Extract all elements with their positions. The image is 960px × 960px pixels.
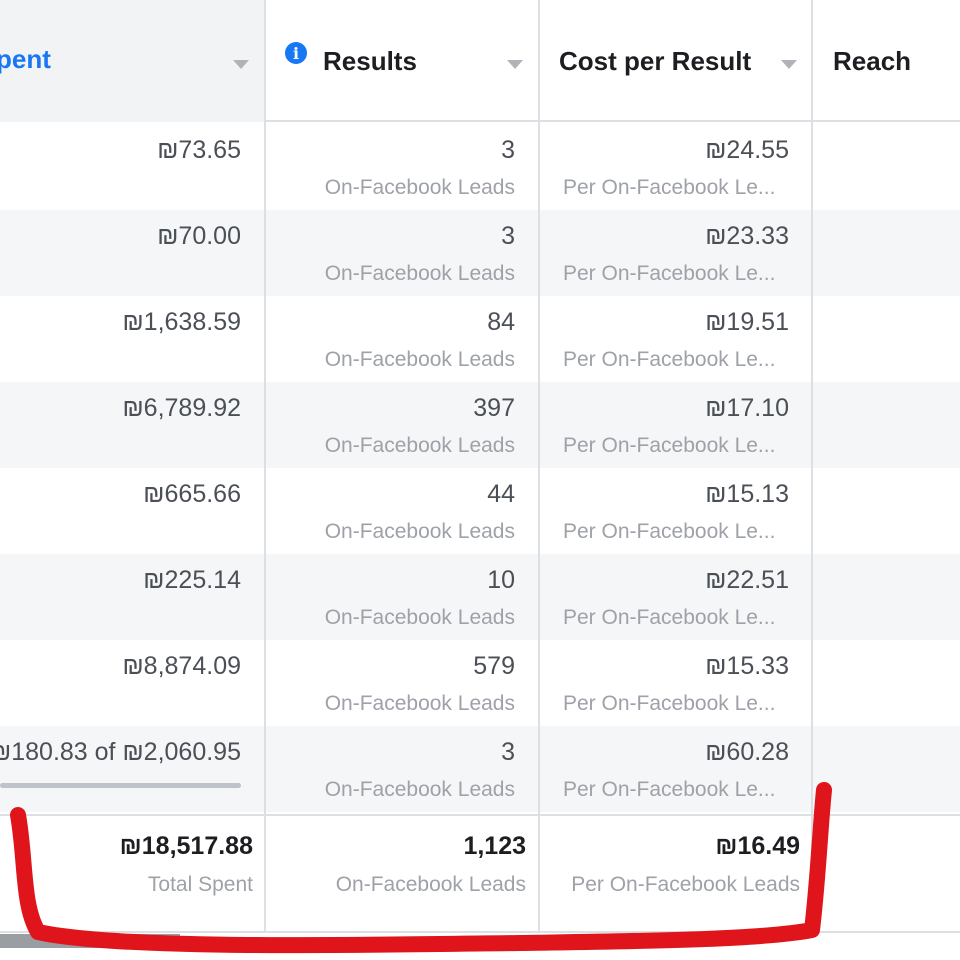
- results-type: On-Facebook Leads: [324, 606, 515, 629]
- column-header-label: Reach: [833, 46, 912, 76]
- amount-spent-value: ₪70.00: [157, 222, 241, 250]
- table-row[interactable]: ₪8,874.09 579 On-Facebook Leads ₪15.33 P…: [0, 640, 960, 726]
- total-results-value: 1,123: [463, 832, 526, 860]
- column-divider[interactable]: [538, 0, 540, 932]
- cost-per-result-type: Per On-Facebook Le...: [563, 176, 776, 199]
- results-value: 44: [487, 480, 515, 508]
- results-value: 579: [473, 652, 515, 680]
- results-value: 397: [473, 394, 515, 422]
- amount-spent-value: ₪8,874.09: [122, 652, 241, 680]
- amount-spent-value: ₪6,789.92: [122, 394, 241, 422]
- table-row[interactable]: ₪225.14 10 On-Facebook Leads ₪22.51 Per …: [0, 554, 960, 640]
- cost-per-result-type: Per On-Facebook Le...: [563, 606, 776, 629]
- cost-per-result-type: Per On-Facebook Le...: [563, 434, 776, 457]
- total-cost-per-result-label: Per On-Facebook Leads: [571, 873, 800, 896]
- amount-spent-value: ₪180.83 of ₪2,060.95: [0, 738, 241, 766]
- results-value: 3: [501, 738, 515, 766]
- column-header-results[interactable]: i Results: [265, 0, 539, 122]
- cost-per-result-value: ₪15.33: [705, 652, 789, 680]
- cost-per-result-type: Per On-Facebook Le...: [563, 778, 776, 801]
- sort-caret-icon[interactable]: [233, 60, 249, 69]
- column-header-amount-spent[interactable]: pent: [0, 0, 265, 122]
- amount-spent-value: ₪73.65: [157, 136, 241, 164]
- results-type: On-Facebook Leads: [324, 348, 515, 371]
- horizontal-scrollbar[interactable]: [0, 934, 180, 948]
- table-row[interactable]: ₪180.83 of ₪2,060.95 3 On-Facebook Leads…: [0, 726, 960, 812]
- table-row[interactable]: ₪665.66 44 On-Facebook Leads ₪15.13 Per …: [0, 468, 960, 554]
- results-value: 3: [501, 136, 515, 164]
- cost-per-result-value: ₪15.13: [705, 480, 789, 508]
- cost-per-result-value: ₪23.33: [705, 222, 789, 250]
- amount-spent-value: ₪665.66: [143, 480, 241, 508]
- sort-caret-icon[interactable]: [781, 60, 797, 69]
- totals-row: ₪18,517.88 Total Spent 1,123 On-Facebook…: [0, 814, 960, 932]
- column-divider[interactable]: [264, 0, 266, 932]
- results-type: On-Facebook Leads: [324, 434, 515, 457]
- total-spent-label: Total Spent: [147, 873, 253, 896]
- results-value: 10: [487, 566, 515, 594]
- cost-per-result-type: Per On-Facebook Le...: [563, 520, 776, 543]
- cost-per-result-value: ₪19.51: [705, 308, 789, 336]
- table-row[interactable]: ₪1,638.59 84 On-Facebook Leads ₪19.51 Pe…: [0, 296, 960, 382]
- column-divider[interactable]: [811, 0, 813, 932]
- table-bottom-border: [0, 931, 960, 933]
- results-type: On-Facebook Leads: [324, 692, 515, 715]
- cost-per-result-value: ₪60.28: [705, 738, 789, 766]
- sort-caret-icon[interactable]: [507, 60, 523, 69]
- table-row[interactable]: ₪6,789.92 397 On-Facebook Leads ₪17.10 P…: [0, 382, 960, 468]
- info-circle-icon[interactable]: i: [285, 42, 307, 64]
- ads-results-table: pent i Results Cost per Result Reach ₪73…: [0, 0, 960, 960]
- cost-per-result-type: Per On-Facebook Le...: [563, 262, 776, 285]
- amount-spent-value: ₪1,638.59: [122, 308, 241, 336]
- results-type: On-Facebook Leads: [324, 176, 515, 199]
- cost-per-result-value: ₪24.55: [705, 136, 789, 164]
- column-header-cost-per-result[interactable]: Cost per Result: [539, 0, 812, 122]
- results-type: On-Facebook Leads: [324, 778, 515, 801]
- results-type: On-Facebook Leads: [324, 262, 515, 285]
- table-row[interactable]: ₪70.00 3 On-Facebook Leads ₪23.33 Per On…: [0, 210, 960, 296]
- column-header-label: pent: [0, 44, 51, 74]
- budget-progress-bar: [0, 783, 241, 788]
- cost-per-result-type: Per On-Facebook Le...: [563, 692, 776, 715]
- cost-per-result-type: Per On-Facebook Le...: [563, 348, 776, 371]
- table-header: pent i Results Cost per Result Reach: [0, 0, 960, 122]
- results-type: On-Facebook Leads: [324, 520, 515, 543]
- column-header-label: Cost per Result: [559, 46, 752, 76]
- cost-per-result-value: ₪17.10: [705, 394, 789, 422]
- amount-spent-value: ₪225.14: [143, 566, 241, 594]
- results-value: 84: [487, 308, 515, 336]
- column-header-label: Results: [323, 46, 417, 76]
- table-row[interactable]: ₪73.65 3 On-Facebook Leads ₪24.55 Per On…: [0, 124, 960, 210]
- results-value: 3: [501, 222, 515, 250]
- cost-per-result-value: ₪22.51: [705, 566, 789, 594]
- column-header-reach[interactable]: Reach: [812, 0, 960, 122]
- total-results-label: On-Facebook Leads: [335, 873, 526, 896]
- total-cost-per-result-value: ₪16.49: [715, 832, 800, 860]
- total-spent-value: ₪18,517.88: [119, 832, 253, 860]
